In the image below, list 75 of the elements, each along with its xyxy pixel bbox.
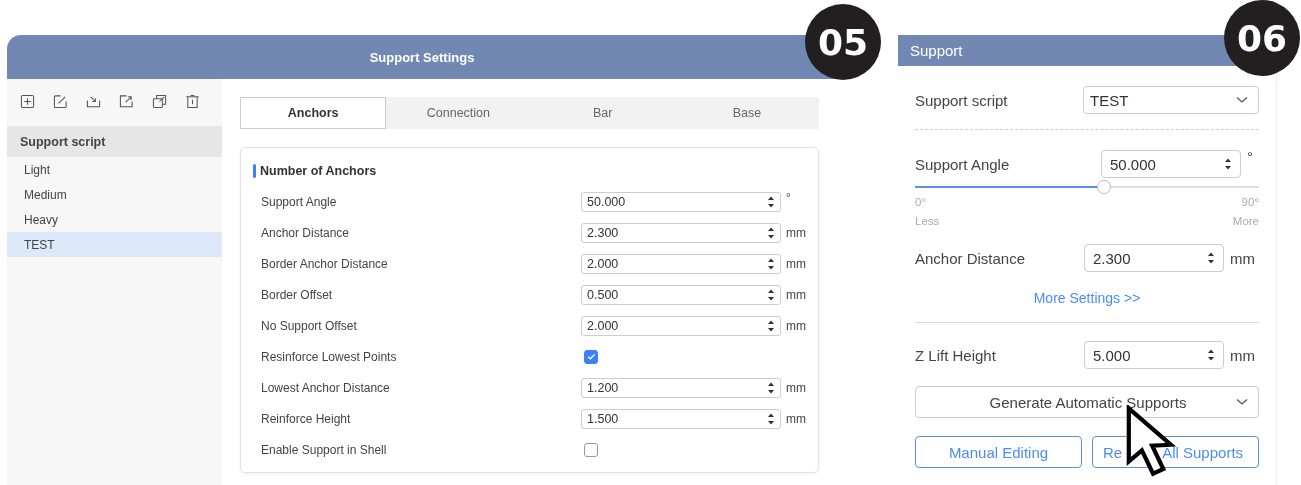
number-field[interactable]: 5.000 — [1084, 341, 1224, 369]
chevron-down-icon — [1236, 96, 1248, 104]
field-label: Anchor Distance — [915, 249, 1026, 267]
field-label: Lowest Anchor Distance — [261, 380, 391, 395]
number-field[interactable]: 50.000 — [581, 191, 781, 212]
number-field[interactable]: 2.000 — [581, 315, 781, 336]
unit-label: mm — [1230, 346, 1256, 364]
script-item[interactable]: Heavy — [7, 207, 222, 232]
unit-label: mm — [786, 256, 806, 271]
section-title: Number of Anchors — [260, 164, 377, 178]
spinner-icon[interactable] — [767, 411, 775, 426]
script-item[interactable]: TEST — [7, 232, 222, 257]
export-icon[interactable] — [119, 94, 134, 109]
spinner-icon[interactable] — [1207, 348, 1215, 362]
angle-slider[interactable] — [915, 180, 1259, 194]
field-label: Border Offset — [261, 287, 334, 302]
script-item[interactable]: Light — [7, 157, 222, 182]
unit-label: mm — [786, 225, 806, 240]
slider-min-caption: Less — [915, 215, 940, 227]
spinner-icon[interactable] — [767, 318, 775, 333]
slider-max-label: 90° — [1241, 196, 1259, 208]
field-label: Z Lift Height — [915, 346, 996, 364]
field-label: No Support Offset — [261, 318, 358, 333]
field-label: Reinforce Height — [261, 411, 352, 426]
tab[interactable]: Connection — [386, 97, 531, 129]
tab[interactable]: Anchors — [240, 97, 387, 129]
slider-max-caption: More — [1232, 215, 1259, 227]
number-field[interactable]: 2.300 — [1084, 244, 1224, 272]
field-label: Support Angle — [261, 194, 338, 209]
number-field[interactable]: 1.200 — [581, 377, 781, 398]
delete-icon[interactable] — [185, 94, 200, 109]
field-label: Enable Support in Shell — [261, 442, 388, 457]
checkbox[interactable] — [584, 349, 598, 364]
unit-label: mm — [1230, 249, 1256, 267]
field-label: Border Anchor Distance — [261, 256, 389, 271]
unit-label: mm — [786, 287, 806, 302]
spinner-icon[interactable] — [767, 380, 775, 395]
spinner-icon[interactable] — [1224, 157, 1232, 171]
script-dropdown[interactable]: TEST — [1083, 86, 1259, 114]
tab[interactable]: Base — [674, 97, 819, 129]
slider-min-label: 0° — [915, 196, 926, 208]
number-field[interactable]: 50.000 — [1101, 150, 1241, 178]
copy-icon[interactable] — [152, 94, 167, 109]
unit-label: mm — [786, 318, 806, 333]
number-field[interactable]: 2.300 — [581, 222, 781, 243]
chevron-down-icon — [1236, 398, 1248, 406]
import-icon[interactable] — [86, 94, 101, 109]
spinner-icon[interactable] — [767, 287, 775, 302]
unit-label: mm — [786, 411, 806, 426]
step-badge: 06 — [1224, 0, 1300, 76]
spinner-icon[interactable] — [767, 256, 775, 271]
spinner-icon[interactable] — [767, 225, 775, 240]
spinner-icon[interactable] — [1207, 251, 1215, 265]
add-icon[interactable] — [20, 94, 35, 109]
field-label: Support script — [915, 91, 1008, 109]
field-label: Resinforce Lowest Points — [261, 349, 398, 364]
panel-title: Support — [910, 42, 963, 59]
unit-label: ° — [1247, 148, 1254, 165]
number-field[interactable]: 2.000 — [581, 253, 781, 274]
unit-label: ° — [786, 191, 791, 205]
number-field[interactable]: 1.500 — [581, 408, 781, 429]
checkmark-icon — [585, 351, 597, 362]
unit-label: mm — [786, 380, 806, 395]
generate-dropdown[interactable]: Generate Automatic Supports — [915, 386, 1259, 418]
edit-icon[interactable] — [53, 94, 68, 109]
field-label: Anchor Distance — [261, 225, 351, 240]
number-field[interactable]: 0.500 — [581, 284, 781, 305]
tab[interactable]: Bar — [530, 97, 675, 129]
dialog-title: Support Settings — [369, 49, 475, 65]
field-label: Support Angle — [915, 155, 1010, 173]
step-badge: 05 — [805, 4, 881, 80]
sidebar-header: Support script — [7, 126, 222, 157]
script-item[interactable]: Medium — [7, 182, 222, 207]
spinner-icon[interactable] — [767, 194, 775, 209]
checkbox[interactable] — [584, 442, 598, 457]
